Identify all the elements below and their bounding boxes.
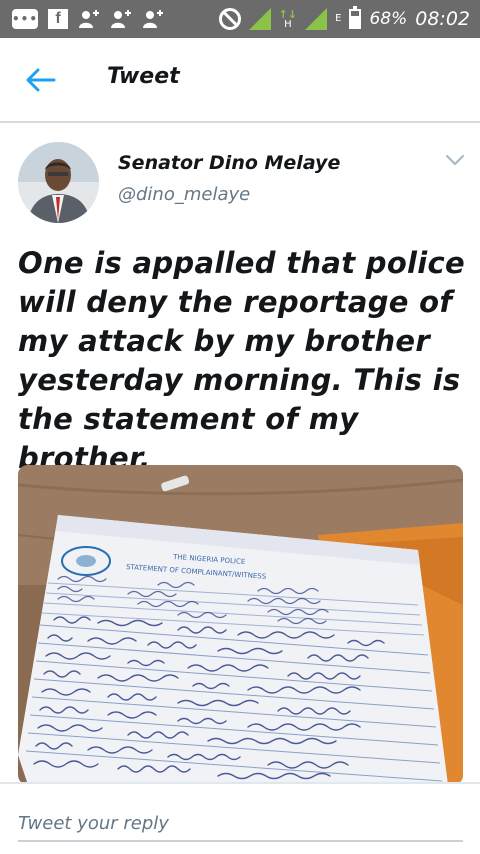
author-handle[interactable]: @dino_melaye <box>118 184 250 205</box>
app-bar: Tweet <box>0 38 480 123</box>
do-not-disturb-icon <box>218 8 241 30</box>
network-type-label: H <box>284 18 292 30</box>
reply-input[interactable] <box>18 806 463 842</box>
signal-strength-icon <box>305 8 328 30</box>
person-add-icon <box>78 9 100 29</box>
reply-bar <box>0 782 480 854</box>
message-bubble-icon: ••• <box>12 9 38 29</box>
tweet-photo[interactable]: THE NIGERIA POLICE STATEMENT OF COMPLAIN… <box>18 465 463 785</box>
data-transfer-icon: ↑↓ <box>278 7 298 21</box>
status-bar: ••• f ↑↓ H E 68% 08:02 <box>0 0 480 38</box>
person-add-icon <box>110 9 132 29</box>
battery-icon <box>349 6 362 29</box>
clock: 08:02 <box>415 8 470 30</box>
more-options-button[interactable] <box>444 152 466 168</box>
battery-percent: 68% <box>369 9 408 29</box>
arrow-left-icon <box>26 68 56 92</box>
page-title: Tweet <box>107 64 180 89</box>
tweet-text: One is appalled that police will deny th… <box>18 246 465 475</box>
facebook-icon: f <box>48 9 68 29</box>
sim-label: E <box>335 13 342 24</box>
avatar[interactable] <box>18 142 99 223</box>
chevron-down-icon <box>445 154 465 166</box>
author-name[interactable]: Senator Dino Melaye <box>118 152 340 174</box>
person-add-icon <box>142 9 164 29</box>
back-button[interactable] <box>26 68 56 92</box>
signal-strength-icon <box>248 8 271 30</box>
